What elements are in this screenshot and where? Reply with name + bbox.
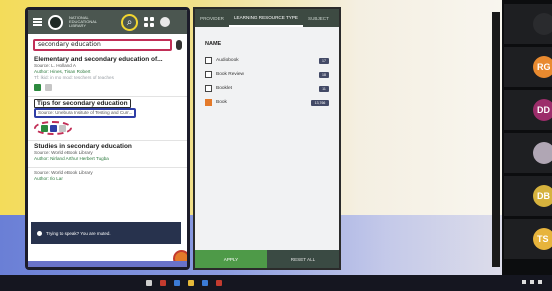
avatar: TS (533, 228, 552, 250)
result-title[interactable]: Studies in secondary education (34, 143, 181, 150)
app-header: NATIONAL EDUCATIONAL LIBRARY ⌕ (28, 10, 187, 34)
participant-tile[interactable]: DD (504, 90, 552, 130)
folder-icon[interactable] (188, 280, 194, 286)
count-badge: 18 (319, 71, 329, 78)
info-icon (37, 230, 42, 236)
result-actions-circled (34, 121, 72, 135)
apps-grid-icon[interactable] (144, 17, 154, 27)
filter-body: NAME Audiobook 17 Book Review 18 Booklet… (195, 27, 339, 254)
count-badge: 17 (319, 57, 329, 64)
reset-all-button[interactable]: RESET ALL (267, 250, 339, 268)
menu-icon[interactable] (33, 18, 42, 26)
toast-text: Trying to speak? You are muted. (46, 230, 111, 236)
bookmark-icon[interactable] (45, 84, 52, 91)
app-icon[interactable] (174, 280, 180, 286)
result-extra: Tf: lkid: in mo mod: teschers of teaches (34, 75, 114, 80)
checkbox-checked[interactable] (205, 99, 212, 106)
muted-toast: Trying to speak? You are muted. (31, 222, 181, 244)
filter-option-label: Booklet (216, 86, 232, 91)
search-row: secondary education (28, 34, 187, 54)
apply-button[interactable]: APPLY (195, 250, 267, 268)
bookmark-icon[interactable] (58, 124, 66, 132)
search-button[interactable]: ⌕ (121, 13, 138, 31)
checkbox[interactable] (205, 57, 212, 64)
taskbar (0, 275, 552, 291)
result-author[interactable]: Author: Nirland Arthur Herbert Tugba (34, 156, 181, 162)
microphone-icon[interactable] (176, 40, 182, 50)
filter-option-label: Book (216, 100, 227, 105)
filter-option-label: Audiobook (216, 58, 239, 63)
result-item[interactable]: Source: World eBook Library Author: Ilo … (28, 168, 187, 187)
participant-tile[interactable]: RG (504, 47, 552, 87)
result-item[interactable]: Elementary and secondary education of...… (28, 54, 187, 97)
tab-learning-resource-type[interactable]: LEARNING RESOURCE TYPE (229, 9, 303, 27)
app-icon[interactable] (202, 280, 208, 286)
search-input[interactable]: secondary education (33, 39, 172, 51)
result-title[interactable]: Tips for secondary education (34, 99, 131, 108)
filter-panel: PROVIDER LEARNING RESOURCE TYPE SUBJECT … (193, 7, 341, 270)
filter-option[interactable]: Book Review 18 (205, 71, 329, 78)
participant-tile[interactable] (504, 133, 552, 173)
avatar (533, 13, 552, 35)
count-badge: 13,766 (311, 99, 329, 106)
result-item[interactable]: Studies in secondary education Source: W… (28, 141, 187, 168)
filter-tabs: PROVIDER LEARNING RESOURCE TYPE SUBJECT (195, 9, 339, 27)
filter-option[interactable]: Book 13,766 (205, 99, 329, 106)
result-title[interactable]: Elementary and secondary education of... (34, 56, 181, 63)
result-actions (34, 84, 181, 91)
participants-divider (492, 12, 500, 267)
checkbox[interactable] (205, 71, 212, 78)
account-icon[interactable] (160, 17, 170, 27)
library-logo-icon (48, 14, 63, 30)
start-icon[interactable] (146, 280, 152, 286)
filter-heading: NAME (205, 41, 222, 47)
checkbox[interactable] (205, 85, 212, 92)
tab-subject[interactable]: SUBJECT (303, 9, 334, 27)
avatar: RG (533, 56, 552, 78)
search-icon: ⌕ (126, 16, 133, 28)
app-icon[interactable] (160, 280, 166, 286)
result-author[interactable]: Author: Ilo Lar (34, 176, 181, 182)
phone-screen: NATIONAL EDUCATIONAL LIBRARY ⌕ secondary… (25, 7, 190, 270)
download-icon[interactable] (34, 84, 41, 91)
filter-buttons: APPLY RESET ALL (195, 250, 339, 268)
logo-text: NATIONAL EDUCATIONAL LIBRARY (69, 15, 98, 28)
download-icon[interactable] (40, 124, 48, 132)
avatar: DD (533, 99, 552, 121)
person-icon (533, 142, 552, 164)
system-tray (522, 280, 542, 284)
tab-provider[interactable]: PROVIDER (195, 9, 229, 27)
filter-option-label: Book Review (216, 72, 244, 77)
result-source: Source: Unebura Insitute of Testing and … (34, 108, 137, 118)
share-icon[interactable] (49, 124, 57, 132)
filter-option[interactable]: Booklet 11 (205, 85, 329, 92)
avatar: DB (533, 185, 552, 207)
participant-tile[interactable]: TS (504, 219, 552, 259)
filter-option[interactable]: Audiobook 17 (205, 57, 329, 64)
participant-tile[interactable] (504, 4, 552, 44)
result-item[interactable]: Tips for secondary education Source: Une… (28, 97, 187, 141)
app-icon[interactable] (216, 280, 222, 286)
phone-bottom-bar (28, 261, 187, 267)
count-badge: 11 (319, 85, 329, 92)
participant-tile[interactable]: DB (504, 176, 552, 216)
participants-panel: RG DD DB TS (502, 0, 552, 275)
